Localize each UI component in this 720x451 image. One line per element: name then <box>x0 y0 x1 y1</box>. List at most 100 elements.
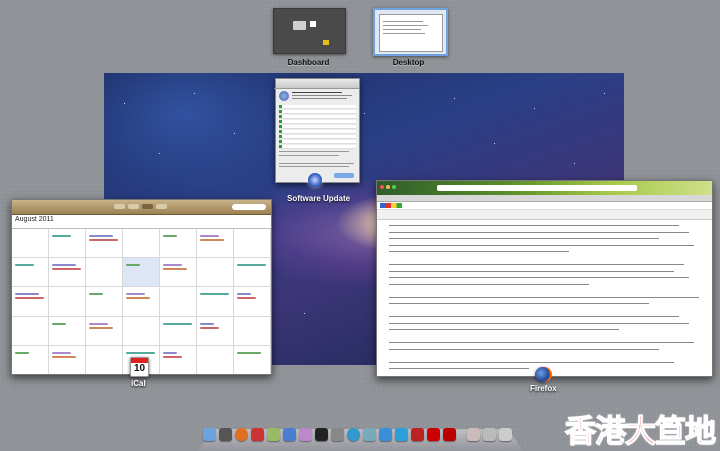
calendar-event[interactable] <box>52 322 66 325</box>
trash-icon[interactable] <box>499 428 512 441</box>
calendar-day-cell[interactable] <box>86 229 123 259</box>
calendar-event[interactable] <box>200 235 219 237</box>
mail-icon[interactable] <box>363 428 376 441</box>
calendar-day-cell[interactable] <box>86 345 123 374</box>
calendar-event[interactable] <box>237 297 256 300</box>
calendar-day-cell[interactable] <box>197 258 234 288</box>
itunes-icon[interactable] <box>283 428 296 441</box>
install-button[interactable] <box>334 173 354 178</box>
calendar-event[interactable] <box>163 322 192 325</box>
app-store-icon[interactable] <box>379 428 392 441</box>
safari-icon[interactable] <box>347 428 360 441</box>
firefox-window[interactable] <box>376 180 713 377</box>
calendar-day-cell[interactable] <box>12 316 49 346</box>
calendar-day-cell[interactable] <box>49 345 86 374</box>
month-tab[interactable] <box>142 204 153 209</box>
calendar-day-cell[interactable] <box>49 316 86 346</box>
calendar-event[interactable] <box>89 293 103 296</box>
calendar-event[interactable] <box>200 293 229 296</box>
photo-booth-icon[interactable] <box>411 428 424 441</box>
calendar-event[interactable] <box>15 297 44 300</box>
calendar-day-cell[interactable] <box>197 316 234 346</box>
calendar-event[interactable] <box>52 235 71 237</box>
calendar-event[interactable] <box>200 239 224 241</box>
calendar-event[interactable] <box>89 322 108 325</box>
calendar-day-cell[interactable] <box>12 287 49 317</box>
calendar-day-cell[interactable] <box>49 258 86 288</box>
calendar-day-cell[interactable] <box>197 287 234 317</box>
calendar-day-cell[interactable] <box>123 316 160 346</box>
documents-folder-icon[interactable] <box>467 428 480 441</box>
calendar-event[interactable] <box>52 264 76 267</box>
calendar-day-cell[interactable] <box>234 345 271 374</box>
calendar-day-cell[interactable] <box>197 229 234 259</box>
calendar-event[interactable] <box>52 351 71 354</box>
calendar-day-cell[interactable] <box>49 287 86 317</box>
calendar-event[interactable] <box>163 264 182 267</box>
calendar-day-cell[interactable] <box>123 287 160 317</box>
calendar-event[interactable] <box>163 268 187 271</box>
calendar-event[interactable] <box>15 293 39 296</box>
ical-icon[interactable] <box>251 428 264 441</box>
calendar-day-cell[interactable] <box>234 316 271 346</box>
calendar-day-cell[interactable] <box>160 316 197 346</box>
calendar-event[interactable] <box>126 293 145 296</box>
calendar-event[interactable] <box>237 351 261 354</box>
calendar-event[interactable] <box>126 264 140 267</box>
calendar-event[interactable] <box>89 235 113 237</box>
calendar-day-cell[interactable] <box>86 316 123 346</box>
calendar-event[interactable] <box>200 322 214 325</box>
calendar-day-cell[interactable] <box>86 258 123 288</box>
calendar-event[interactable] <box>89 326 113 329</box>
calendar-day-cell[interactable] <box>234 258 271 288</box>
calendar-event[interactable] <box>126 351 155 354</box>
calendar-day-cell[interactable] <box>234 229 271 259</box>
acrobat-icon[interactable] <box>443 428 456 441</box>
ical-window[interactable]: August 2011 <box>11 199 272 375</box>
calendar-event[interactable] <box>15 351 29 354</box>
address-bar[interactable] <box>437 185 637 191</box>
calendar-event[interactable] <box>163 355 182 358</box>
calendar-event[interactable] <box>15 264 34 267</box>
calendar-day-cell[interactable] <box>123 258 160 288</box>
terminal-icon[interactable] <box>315 428 328 441</box>
calendar-day-cell[interactable] <box>49 229 86 259</box>
finder-icon[interactable] <box>203 428 216 441</box>
calendar-event[interactable] <box>89 239 118 241</box>
search-field[interactable] <box>232 204 266 210</box>
calendar-day-cell[interactable] <box>197 345 234 374</box>
preview-icon[interactable] <box>299 428 312 441</box>
firefox-icon[interactable] <box>235 428 248 441</box>
dashboard-space-thumbnail[interactable] <box>273 8 346 54</box>
tab-bar[interactable] <box>377 195 712 202</box>
update-list[interactable] <box>276 104 359 150</box>
calendar-event[interactable] <box>237 264 266 267</box>
software-update-window[interactable] <box>275 78 360 183</box>
calendar-event[interactable] <box>52 268 81 271</box>
calendar-event[interactable] <box>163 235 177 237</box>
dashboard-icon[interactable] <box>219 428 232 441</box>
calendar-day-cell[interactable] <box>86 287 123 317</box>
calendar-day-cell[interactable] <box>160 287 197 317</box>
calendar-day-cell[interactable] <box>12 258 49 288</box>
downloads-folder-icon[interactable] <box>483 428 496 441</box>
calendar-event[interactable] <box>126 297 150 300</box>
calendar-day-cell[interactable] <box>234 287 271 317</box>
calendar-grid[interactable] <box>12 228 271 374</box>
desktop-space-thumbnail[interactable] <box>373 8 448 56</box>
calendar-day-cell[interactable] <box>160 229 197 259</box>
calendar-day-cell[interactable] <box>12 345 49 374</box>
calendar-day-cell[interactable] <box>123 229 160 259</box>
calendar-day-cell[interactable] <box>160 258 197 288</box>
system-preferences-icon[interactable] <box>331 428 344 441</box>
calendar-event[interactable] <box>163 351 177 354</box>
flash-icon[interactable] <box>427 428 440 441</box>
calendar-event[interactable] <box>200 326 219 329</box>
calendar-day-cell[interactable] <box>160 345 197 374</box>
calendar-event[interactable] <box>237 293 251 296</box>
skype-icon[interactable] <box>395 428 408 441</box>
calendar-event[interactable] <box>52 355 76 358</box>
document-body[interactable] <box>377 219 712 376</box>
calendar-day-cell[interactable] <box>12 229 49 259</box>
iphoto-icon[interactable] <box>267 428 280 441</box>
